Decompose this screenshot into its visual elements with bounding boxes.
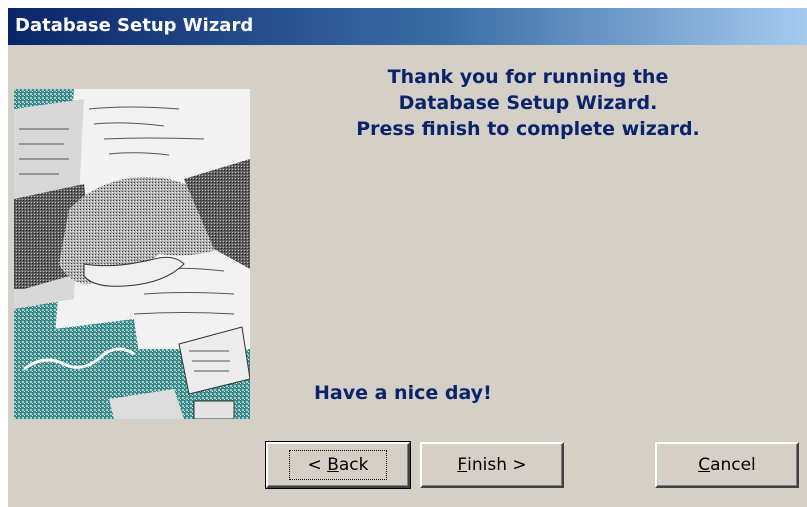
focus-rectangle: < Back — [288, 450, 388, 480]
back-button-prefix: < — [307, 455, 328, 475]
title-bar[interactable]: Database Setup Wizard — [8, 8, 807, 45]
back-button-accel: B — [327, 455, 339, 475]
window-title: Database Setup Wizard — [15, 15, 254, 36]
finish-button-rest: inish > — [467, 455, 527, 475]
cancel-button-rest: ancel — [710, 455, 756, 475]
message-line: Database Setup Wizard. — [398, 92, 658, 114]
finish-button[interactable]: Finish > — [420, 442, 564, 488]
message-line: Thank you for running the — [387, 66, 669, 88]
message-line: Press finish to complete wizard. — [356, 118, 700, 140]
cancel-button-accel: C — [698, 455, 711, 475]
goodbye-text: Have a nice day! — [314, 382, 492, 404]
wizard-dialog: Database Setup Wizard Thank you for runn… — [8, 8, 807, 507]
cancel-button[interactable]: Cancel — [655, 442, 799, 488]
back-button[interactable]: < Back — [265, 441, 411, 489]
handshake-illustration — [14, 89, 250, 419]
finish-button-accel: F — [457, 455, 468, 475]
completion-message: Thank you for running the Database Setup… — [308, 64, 748, 142]
back-button-rest: ack — [338, 455, 369, 475]
